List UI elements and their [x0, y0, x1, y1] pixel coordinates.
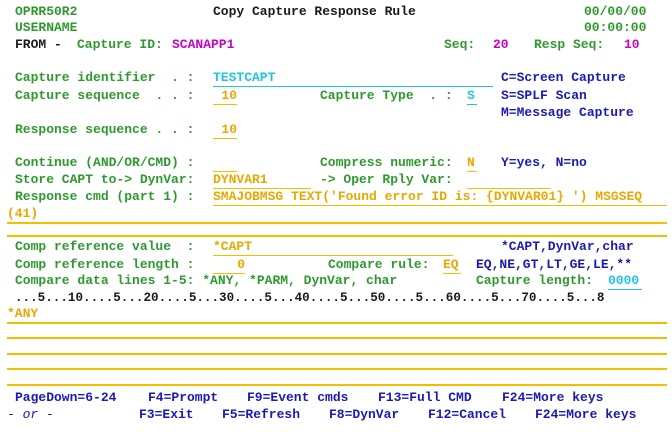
compare-data-line-5[interactable]	[7, 384, 667, 386]
response-sequence-label: Response sequence . . :	[15, 122, 195, 137]
user-name: USERNAME	[15, 20, 78, 35]
compress-numeric-label: Compress numeric:	[320, 155, 453, 170]
capture-sequence-label: Capture sequence . . :	[15, 88, 195, 103]
capture-type-label: Capture Type . :	[320, 88, 453, 103]
oper-rply-input[interactable]	[467, 172, 551, 189]
oper-rply-label: -> Oper Rply Var:	[320, 172, 453, 187]
capture-sequence-input[interactable]: 10	[213, 88, 237, 105]
store-capt-input[interactable]: DYNVAR1	[213, 172, 311, 189]
capture-identifier-input[interactable]: TESTCAPT	[213, 70, 493, 87]
capture-id-label: Capture ID:	[77, 37, 163, 52]
compress-numeric-hint: Y=yes, N=no	[501, 155, 587, 170]
key-f24-more-keys[interactable]: F24=More keys	[502, 390, 603, 406]
key-f9-event-cmds[interactable]: F9=Event cmds	[247, 390, 348, 406]
divider	[7, 235, 667, 237]
capture-id-value: SCANAPP1	[172, 37, 235, 52]
store-capt-label: Store CAPT to-> DynVar:	[15, 172, 195, 187]
continue-input[interactable]	[213, 155, 237, 172]
key-f8-dynvar[interactable]: F8=DynVar	[329, 407, 399, 423]
compare-data-lines-label: Compare data lines 1-5: *ANY, *PARM, Dyn…	[15, 273, 398, 288]
continue-label: Continue (AND/OR/CMD) :	[15, 155, 195, 170]
capture-identifier-label: Capture identifier . :	[15, 70, 195, 85]
key-f5-refresh[interactable]: F5=Refresh	[222, 407, 300, 423]
key-f24-more-keys-2[interactable]: F24=More keys	[535, 407, 636, 423]
system-date: 00/00/00	[584, 4, 647, 19]
key-pagedown[interactable]: PageDown=6-24	[15, 390, 116, 406]
capture-type-input[interactable]: S	[467, 88, 477, 105]
compare-data-line-3[interactable]	[7, 353, 667, 355]
key-f4-prompt[interactable]: F4=Prompt	[148, 390, 218, 406]
seq-value: 20	[493, 37, 509, 52]
comp-ref-length-input[interactable]: 0	[213, 257, 245, 274]
resp-seq-label: Resp Seq:	[534, 37, 605, 52]
compare-data-line-1[interactable]: *ANY	[7, 306, 667, 324]
compare-rule-label: Compare rule:	[328, 257, 430, 272]
screen-title: Copy Capture Response Rule	[213, 4, 416, 19]
key-f3-exit[interactable]: F3=Exit	[139, 407, 194, 423]
response-cmd-input-line2[interactable]: (41)	[7, 206, 667, 224]
from-label: FROM -	[15, 37, 62, 52]
capture-type-option-m: M=Message Capture	[501, 105, 634, 120]
capture-length-label: Capture length:	[476, 273, 594, 288]
compare-rule-hint: EQ,NE,GT,LT,GE,LE,**	[476, 257, 633, 272]
or-separator: - or -	[7, 407, 54, 422]
capture-length-input[interactable]: 0000	[608, 273, 642, 290]
compare-data-line-4[interactable]	[7, 368, 667, 370]
comp-ref-value-label: Comp reference value :	[15, 239, 195, 254]
comp-ref-value-input[interactable]: *CAPT	[213, 239, 453, 256]
system-time: 00:00:00	[584, 20, 647, 35]
column-ruler: ...5...10....5...20....5...30....5...40.…	[15, 291, 605, 305]
response-cmd-label: Response cmd (part 1) :	[15, 189, 195, 204]
compare-rule-input[interactable]: EQ	[443, 257, 461, 274]
capture-type-option-s: S=SPLF Scan	[501, 88, 587, 103]
response-sequence-input[interactable]: 10	[213, 122, 237, 139]
key-f12-cancel[interactable]: F12=Cancel	[428, 407, 506, 423]
compress-numeric-input[interactable]: N	[467, 155, 477, 172]
seq-label: Seq:	[444, 37, 476, 52]
program-name: OPRR50R2	[15, 4, 78, 19]
comp-ref-value-hint: *CAPT,DynVar,char	[501, 239, 634, 254]
resp-seq-value: 10	[624, 37, 640, 52]
comp-ref-length-label: Comp reference length :	[15, 257, 195, 272]
response-cmd-input-line1[interactable]: SMAJOBMSG TEXT('Found error ID is: {DYNV…	[213, 189, 667, 206]
key-f13-full-cmd[interactable]: F13=Full CMD	[378, 390, 472, 406]
capture-type-option-c: C=Screen Capture	[501, 70, 626, 85]
compare-data-line-2[interactable]	[7, 337, 667, 339]
